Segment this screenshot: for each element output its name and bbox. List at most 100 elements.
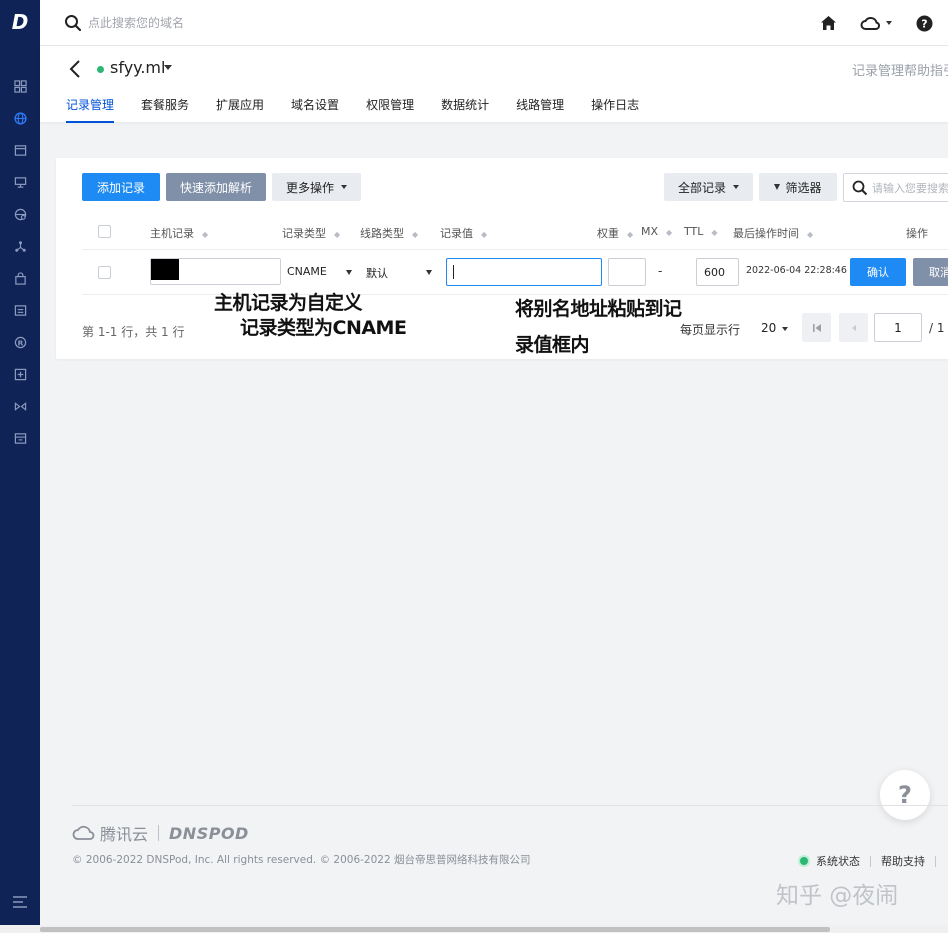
tab-bar: 记录管理 套餐服务 扩展应用 域名设置 权限管理 数据统计 线路管理 操作日志 <box>66 96 666 123</box>
globe-icon[interactable] <box>8 106 32 130</box>
sort-icon: ◆ <box>334 229 341 239</box>
select-all-checkbox[interactable] <box>98 225 111 238</box>
record-search-input[interactable] <box>872 179 948 197</box>
th-mx[interactable]: MX ◆ <box>641 225 672 238</box>
page-number-input[interactable]: 1 <box>874 313 922 342</box>
help-bubble-button[interactable]: ? <box>880 770 930 820</box>
all-records-dropdown[interactable]: 全部记录 <box>664 173 753 201</box>
link-icon[interactable] <box>8 394 32 418</box>
status-dot <box>800 857 808 865</box>
sort-icon: ◆ <box>202 229 209 239</box>
footer-separator <box>870 855 871 867</box>
home-icon[interactable] <box>818 12 838 34</box>
chevron-down-icon[interactable] <box>426 270 432 275</box>
record-search-box[interactable] <box>843 173 948 202</box>
record-value-input[interactable] <box>446 258 602 286</box>
first-page-icon <box>812 323 821 332</box>
records-card: 添加记录 快速添加解析 更多操作 全部记录 筛选器 主机记录 ◆ 记录类型 ◆ 线路… <box>56 158 948 359</box>
th-type-label: 记录类型 <box>282 227 326 240</box>
ttl-input[interactable]: 600 <box>696 258 739 286</box>
svg-text:?: ? <box>921 17 927 30</box>
tab-lines[interactable]: 线路管理 <box>516 96 564 123</box>
tab-records[interactable]: 记录管理 <box>66 96 115 123</box>
filter-button[interactable]: 筛选器 <box>759 173 837 201</box>
tab-statistics[interactable]: 数据统计 <box>441 96 489 123</box>
footer-divider <box>72 805 948 806</box>
horizontal-scrollbar[interactable] <box>0 925 948 933</box>
confirm-button[interactable]: 确认 <box>850 258 906 286</box>
cancel-button[interactable]: 取消 <box>913 258 948 286</box>
tab-domain-settings[interactable]: 域名设置 <box>291 96 339 123</box>
global-settings-icon[interactable] <box>8 202 32 226</box>
calendar-icon[interactable] <box>8 138 32 162</box>
row-checkbox[interactable] <box>98 266 111 279</box>
plus-box-icon[interactable] <box>8 362 32 386</box>
help-guide-link[interactable]: 记录管理帮助指引 <box>852 60 948 79</box>
scrollbar-thumb[interactable] <box>40 927 830 932</box>
menu-collapse-icon[interactable] <box>8 890 32 914</box>
th-host-label: 主机记录 <box>150 227 194 240</box>
pagination-info: 第 1-1 行，共 1 行 <box>82 325 185 339</box>
last-op-time: 2022-06-04 22:28:46 <box>746 265 847 276</box>
th-weight[interactable]: 权重 ◆ <box>597 225 633 241</box>
chevron-down-icon[interactable] <box>346 270 352 275</box>
tencent-cloud-text: 腾讯云 <box>100 825 149 844</box>
mx-value: - <box>658 264 663 278</box>
tencent-cloud-logo-icon <box>72 825 95 840</box>
redacted-block <box>151 259 179 280</box>
watermark: 知乎 @夜闹 <box>776 883 899 909</box>
th-value-label: 记录值 <box>440 227 473 240</box>
record-type-select[interactable]: CNAME <box>287 265 327 278</box>
help-circle-icon[interactable]: ? <box>914 12 934 34</box>
th-host[interactable]: 主机记录 ◆ <box>150 225 208 241</box>
all-records-label: 全部记录 <box>677 180 726 195</box>
th-type[interactable]: 记录类型 ◆ <box>282 225 340 241</box>
tab-permissions[interactable]: 权限管理 <box>366 96 414 123</box>
first-page-button[interactable] <box>802 313 831 342</box>
chevron-down-icon <box>782 326 789 331</box>
top-bar: ? <box>40 0 948 46</box>
system-status-link[interactable]: 系统状态 <box>816 853 860 869</box>
annotation-value-2: 录值框内 <box>515 334 590 356</box>
th-last-op[interactable]: 最后操作时间 ◆ <box>733 225 813 241</box>
filter-label: 筛选器 <box>785 180 822 195</box>
th-ttl[interactable]: TTL ◆ <box>684 225 718 238</box>
back-arrow-icon[interactable] <box>66 58 86 80</box>
line-type-select[interactable]: 默认 <box>366 265 388 281</box>
lock-bag-icon[interactable] <box>8 266 32 290</box>
help-support-link[interactable]: 帮助支持 <box>881 853 925 869</box>
monitor-icon[interactable] <box>8 170 32 194</box>
box-icon[interactable] <box>8 426 32 450</box>
th-value[interactable]: 记录值 ◆ <box>440 225 487 241</box>
chevron-down-icon[interactable] <box>164 65 172 70</box>
registered-icon[interactable]: R <box>8 330 32 354</box>
th-weight-label: 权重 <box>597 227 619 240</box>
page-total: / 1 <box>929 321 945 335</box>
footer-brand: 腾讯云 DNSPOD <box>72 821 249 845</box>
quick-add-button[interactable]: 快速添加解析 <box>166 173 266 201</box>
weight-input[interactable] <box>608 258 646 286</box>
dashboard-icon[interactable] <box>8 74 32 98</box>
list-icon[interactable] <box>8 298 32 322</box>
host-input[interactable] <box>150 258 281 285</box>
prev-page-button[interactable] <box>839 313 868 342</box>
chevron-down-icon <box>886 21 892 25</box>
th-ops: 操作 <box>906 227 928 240</box>
th-line[interactable]: 线路类型 ◆ <box>360 225 418 241</box>
sort-icon: ◆ <box>412 229 419 239</box>
dnspod-footer-logo: DNSPOD <box>169 823 249 843</box>
per-page-value: 20 <box>761 321 777 335</box>
more-ops-dropdown[interactable]: 更多操作 <box>272 173 361 201</box>
cloud-icon[interactable] <box>858 12 894 34</box>
tab-packages[interactable]: 套餐服务 <box>141 96 189 123</box>
domain-search-input[interactable] <box>88 12 348 34</box>
dnspod-logo[interactable]: D <box>0 0 40 44</box>
domain-name[interactable]: sfyy.ml <box>110 58 165 77</box>
per-page-select[interactable]: 20 <box>761 321 789 335</box>
chevron-down-icon <box>733 185 739 189</box>
tab-extensions[interactable]: 扩展应用 <box>216 96 264 123</box>
network-icon[interactable] <box>8 234 32 258</box>
add-record-button[interactable]: 添加记录 <box>82 173 160 201</box>
tab-logs[interactable]: 操作日志 <box>591 96 639 123</box>
search-icon[interactable] <box>64 14 82 32</box>
